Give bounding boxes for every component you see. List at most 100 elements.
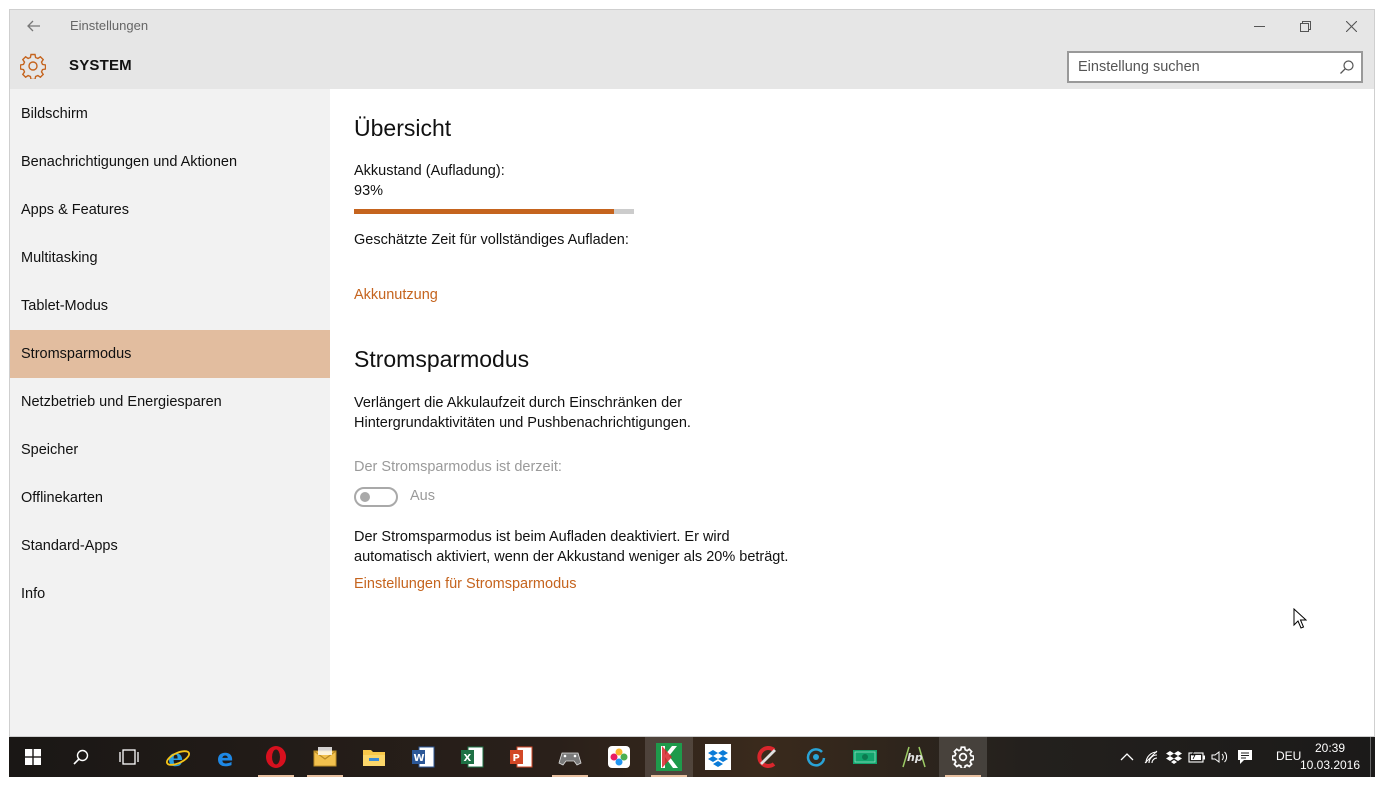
saver-description-line1: Verlängert die Akkulaufzeit durch Einsch… (354, 395, 683, 411)
mail-icon (313, 747, 337, 767)
task-view-button[interactable] (105, 737, 153, 777)
sidebar-item-apps-features[interactable]: Apps & Features (10, 186, 330, 234)
taskbar: e e W X P hp DEU 20:39 10.03.2016 (9, 737, 1375, 777)
taskbar-app-internet-explorer[interactable]: e (154, 737, 202, 777)
saver-heading: Stromsparmodus (354, 346, 530, 372)
input-language[interactable]: DEU (1276, 749, 1301, 763)
charge-estimate-label: Geschätzte Zeit für vollständiges Auflad… (354, 232, 629, 248)
excel-icon: X (461, 746, 484, 768)
title-bar: Einstellungen (10, 10, 1374, 42)
taskbar-search-button[interactable] (57, 737, 105, 777)
taskbar-app-ccleaner[interactable] (743, 737, 791, 777)
minimize-icon (1253, 25, 1265, 27)
sidebar-item-stromsparmodus[interactable]: Stromsparmodus (10, 330, 330, 378)
taskbar-app-money[interactable] (841, 737, 889, 777)
internet-explorer-icon: e (166, 744, 190, 770)
running-indicator (651, 775, 687, 777)
hp-icon: hp (902, 746, 926, 768)
svg-text:X: X (464, 753, 472, 764)
close-button[interactable] (1328, 10, 1374, 42)
tray-volume[interactable] (1210, 747, 1230, 767)
tray-network[interactable] (1142, 747, 1162, 767)
taskbar-app-ring[interactable] (792, 737, 840, 777)
tray-battery[interactable] (1187, 747, 1207, 767)
restore-icon (1299, 20, 1311, 32)
gear-icon (20, 53, 46, 79)
sidebar-item-benachrichtigungen[interactable]: Benachrichtigungen und Aktionen (10, 138, 330, 186)
close-icon (1345, 20, 1357, 32)
ccleaner-icon (757, 746, 776, 768)
settings-window: Einstellungen SYSTEM Einstellung suchen … (9, 9, 1375, 737)
running-indicator (552, 775, 588, 777)
svg-text:hp: hp (907, 751, 923, 764)
taskbar-app-opera[interactable] (252, 737, 300, 777)
money-icon (853, 750, 877, 764)
saver-toggle-state: Aus (410, 488, 435, 504)
file-explorer-icon (363, 750, 385, 766)
taskbar-clock[interactable]: 20:39 10.03.2016 (1299, 740, 1361, 774)
taskbar-app-xbox[interactable] (546, 737, 594, 777)
saver-settings-link[interactable]: Einstellungen für Stromsparmodus (354, 576, 576, 592)
sidebar-item-netzbetrieb[interactable]: Netzbetrieb und Energiesparen (10, 378, 330, 426)
action-center-icon (1238, 750, 1252, 764)
wifi-icon (1144, 750, 1158, 764)
taskbar-app-edge[interactable]: e (203, 737, 251, 777)
saver-description-line2: Hintergrundaktivitäten und Pushbenachric… (354, 415, 691, 431)
battery-label: Akkustand (Aufladung): (354, 163, 505, 179)
sidebar-item-standard-apps[interactable]: Standard-Apps (10, 522, 330, 570)
svg-text:W: W (414, 753, 425, 764)
sidebar-item-bildschirm[interactable]: Bildschirm (10, 90, 330, 138)
app-ring-icon (806, 748, 826, 767)
word-icon: W (412, 746, 435, 768)
battery-usage-link[interactable]: Akkunutzung (354, 287, 438, 303)
sidebar-item-info[interactable]: Info (10, 570, 330, 618)
sidebar: Bildschirm Benachrichtigungen und Aktion… (10, 89, 330, 736)
minimize-button[interactable] (1236, 10, 1282, 42)
tray-overflow-button[interactable] (1117, 747, 1137, 767)
taskbar-app-file-explorer[interactable] (350, 737, 398, 777)
restore-button[interactable] (1282, 10, 1328, 42)
sidebar-item-speicher[interactable]: Speicher (10, 426, 330, 474)
edge-icon: e (217, 745, 233, 769)
taskbar-app-kaspersky[interactable] (645, 737, 693, 777)
saver-toggle[interactable] (354, 487, 398, 507)
taskbar-app-dropbox[interactable] (694, 737, 742, 777)
taskbar-app-mail[interactable] (301, 737, 349, 777)
task-view-icon (119, 749, 139, 765)
tray-action-center[interactable] (1235, 747, 1255, 767)
battery-value: 93% (354, 183, 384, 199)
taskbar-app-powerpoint[interactable]: P (497, 737, 545, 777)
saver-note-line2: automatisch aktiviert, wenn der Akkustan… (354, 549, 789, 565)
back-arrow-icon (27, 20, 40, 32)
taskbar-app-settings[interactable] (939, 737, 987, 777)
sidebar-item-multitasking[interactable]: Multitasking (10, 234, 330, 282)
taskbar-app-photos[interactable] (595, 737, 643, 777)
taskbar-app-excel[interactable]: X (448, 737, 496, 777)
svg-text:P: P (513, 753, 520, 764)
sidebar-item-offlinekarten[interactable]: Offlinekarten (10, 474, 330, 522)
window-title: Einstellungen (70, 18, 149, 33)
battery-charging-icon (1188, 751, 1205, 763)
sidebar-item-tablet-modus[interactable]: Tablet-Modus (10, 282, 330, 330)
clock-time: 20:39 (1314, 741, 1346, 755)
settings-icon (952, 746, 974, 768)
start-icon (25, 749, 41, 765)
tray-dropbox[interactable] (1164, 747, 1184, 767)
section-title: SYSTEM (69, 57, 132, 74)
main-content: Übersicht Akkustand (Aufladung): 93% Ges… (330, 89, 1374, 736)
photos-icon (608, 746, 630, 768)
running-indicator (307, 775, 343, 777)
dropbox-icon (705, 744, 731, 770)
start-button[interactable] (9, 737, 57, 777)
taskbar-app-hp[interactable]: hp (890, 737, 938, 777)
settings-header: SYSTEM (10, 42, 1374, 89)
back-button[interactable] (20, 14, 48, 38)
search-box[interactable] (1067, 51, 1363, 83)
taskbar-app-word[interactable]: W (399, 737, 447, 777)
xbox-icon (558, 752, 582, 766)
saver-state-label: Der Stromsparmodus ist derzeit: (354, 459, 562, 475)
search-input[interactable] (1069, 53, 1361, 81)
show-desktop-button[interactable] (1370, 737, 1375, 777)
battery-progress-fill (354, 209, 615, 214)
powerpoint-icon: P (510, 746, 533, 768)
